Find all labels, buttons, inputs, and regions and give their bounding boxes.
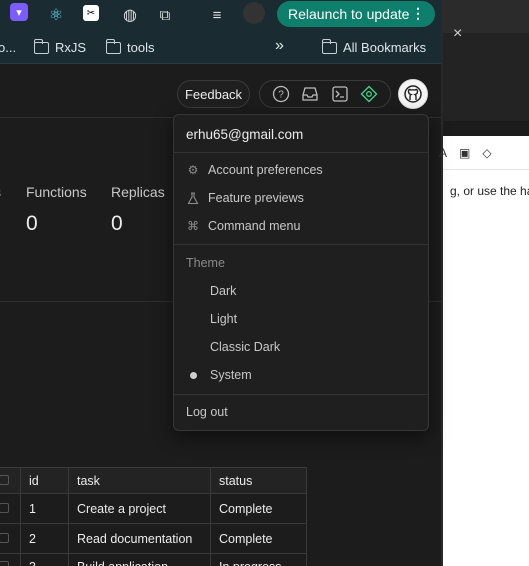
folder-icon [105, 38, 121, 54]
chevron-double-right-icon: » [275, 37, 284, 54]
flask-icon [186, 191, 200, 205]
theme-option-dark[interactable]: Dark [210, 284, 236, 298]
table-row[interactable]: 1 Create a project Complete [0, 493, 307, 524]
theme-heading: Theme [186, 256, 225, 270]
header-icon-group: ? [259, 80, 391, 108]
relaunch-label: Relaunch to update [288, 6, 410, 22]
checkbox[interactable] [0, 532, 9, 543]
cell-status: Complete [210, 493, 307, 524]
theme-option-classic-dark[interactable]: Classic Dark [210, 340, 280, 354]
background-toolbar: A ▣ ◇ [439, 136, 529, 170]
svg-text:?: ? [278, 90, 284, 101]
checkbox[interactable] [0, 474, 9, 485]
cell-status: Complete [210, 523, 307, 554]
feedback-button[interactable]: Feedback [177, 80, 250, 108]
menu-item-label: Account preferences [208, 163, 323, 177]
table-header-row: id task status [0, 467, 307, 494]
folder-icon [321, 38, 337, 54]
reading-list-icon[interactable]: ≡ [207, 5, 227, 25]
cell-status: In progress [210, 553, 307, 566]
cell-task: Create a project [68, 493, 211, 524]
background-body-text: g, or use the hand [450, 184, 529, 198]
divider [174, 244, 428, 245]
browser-toolbar: ▾ ⚛ ✂ ◍ ⧉ ≡ Relaunch to update ⋮ [0, 0, 441, 33]
eraser-icon[interactable]: ◇ [482, 146, 491, 160]
extension-shield-icon[interactable]: ▾ [10, 3, 28, 21]
account-email: erhu65@gmail.com [186, 127, 304, 142]
stat-value-replicas: 0 [111, 212, 123, 235]
account-avatar-button[interactable] [398, 79, 428, 109]
assistant-icon[interactable] [359, 84, 379, 104]
log-out-button[interactable]: Log out [186, 405, 228, 419]
theme-option-light[interactable]: Light [210, 312, 237, 326]
bookmark-truncated[interactable]: o... [0, 40, 16, 55]
github-avatar-icon [404, 85, 422, 103]
help-icon[interactable]: ? [271, 84, 291, 104]
divider [174, 394, 428, 395]
bookmarks-bar: o... RxJS tools » All Bookmarks [0, 33, 441, 64]
bookmarks-overflow-button[interactable]: » [275, 37, 284, 55]
cell-id: 3 [20, 553, 69, 566]
folder-icon [33, 38, 49, 54]
stat-label: s [0, 184, 1, 200]
row-select-cell[interactable] [0, 523, 21, 554]
tasks-table: id task status 1 Create a project Comple… [0, 467, 307, 566]
menu-item-command-menu[interactable]: ⌘ Command menu [186, 219, 300, 233]
row-select-cell[interactable] [0, 553, 21, 566]
menu-item-feature-previews[interactable]: Feature previews [186, 191, 304, 205]
divider [174, 152, 428, 153]
bookmark-folder-rxjs[interactable]: RxJS [33, 38, 87, 55]
react-devtools-icon[interactable]: ⚛ [46, 5, 66, 25]
extension-icon[interactable]: ✂ [83, 5, 99, 21]
bookmark-label: All Bookmarks [343, 40, 427, 55]
terminal-icon[interactable] [330, 84, 350, 104]
stat-value-functions: 0 [26, 212, 38, 235]
column-header-status[interactable]: status [210, 467, 307, 494]
table-row[interactable]: 2 Read documentation Complete [0, 523, 307, 554]
stat-label-functions: Functions [26, 184, 87, 200]
checkbox[interactable] [0, 502, 9, 513]
bookmark-folder-tools[interactable]: tools [105, 38, 155, 55]
checkbox[interactable] [0, 561, 9, 566]
menu-item-label: Command menu [208, 219, 301, 233]
bookmark-all-bookmarks[interactable]: All Bookmarks [321, 38, 427, 55]
extension-globe-icon[interactable]: ◍ [120, 5, 140, 25]
cell-task: Build application [68, 553, 211, 566]
bookmark-label: RxJS [55, 40, 87, 55]
cell-id: 2 [20, 523, 69, 554]
image-icon[interactable]: ▣ [459, 146, 470, 160]
selected-radio-icon [190, 372, 197, 379]
cell-id: 1 [20, 493, 69, 524]
select-column-header[interactable] [0, 467, 21, 494]
row-select-cell[interactable] [0, 493, 21, 524]
cell-task: Read documentation [68, 523, 211, 554]
theme-option-system[interactable]: System [210, 368, 252, 382]
menu-item-label: Feature previews [208, 191, 304, 205]
column-header-id[interactable]: id [20, 467, 69, 494]
inbox-icon[interactable] [300, 84, 320, 104]
window-divider [441, 0, 443, 566]
command-icon: ⌘ [187, 219, 199, 233]
background-document [443, 136, 529, 566]
extensions-puzzle-icon[interactable]: ⧉ [155, 5, 175, 25]
relaunch-button[interactable]: Relaunch to update ⋮ [277, 1, 435, 27]
bookmark-label: tools [127, 40, 155, 55]
stat-label-replicas: Replicas [111, 184, 165, 200]
account-dropdown-menu: erhu65@gmail.com ⚙ Account preferences F… [173, 114, 429, 431]
profile-avatar-icon[interactable] [243, 2, 265, 24]
more-menu-icon[interactable]: ⋮ [411, 5, 425, 21]
menu-item-account-preferences[interactable]: ⚙ Account preferences [186, 163, 323, 177]
table-row[interactable]: 3 Build application In progress [0, 553, 307, 566]
close-icon[interactable]: × [453, 25, 462, 43]
bookmark-label: o... [0, 40, 17, 55]
gear-icon: ⚙ [187, 163, 199, 177]
column-header-task[interactable]: task [68, 467, 211, 494]
